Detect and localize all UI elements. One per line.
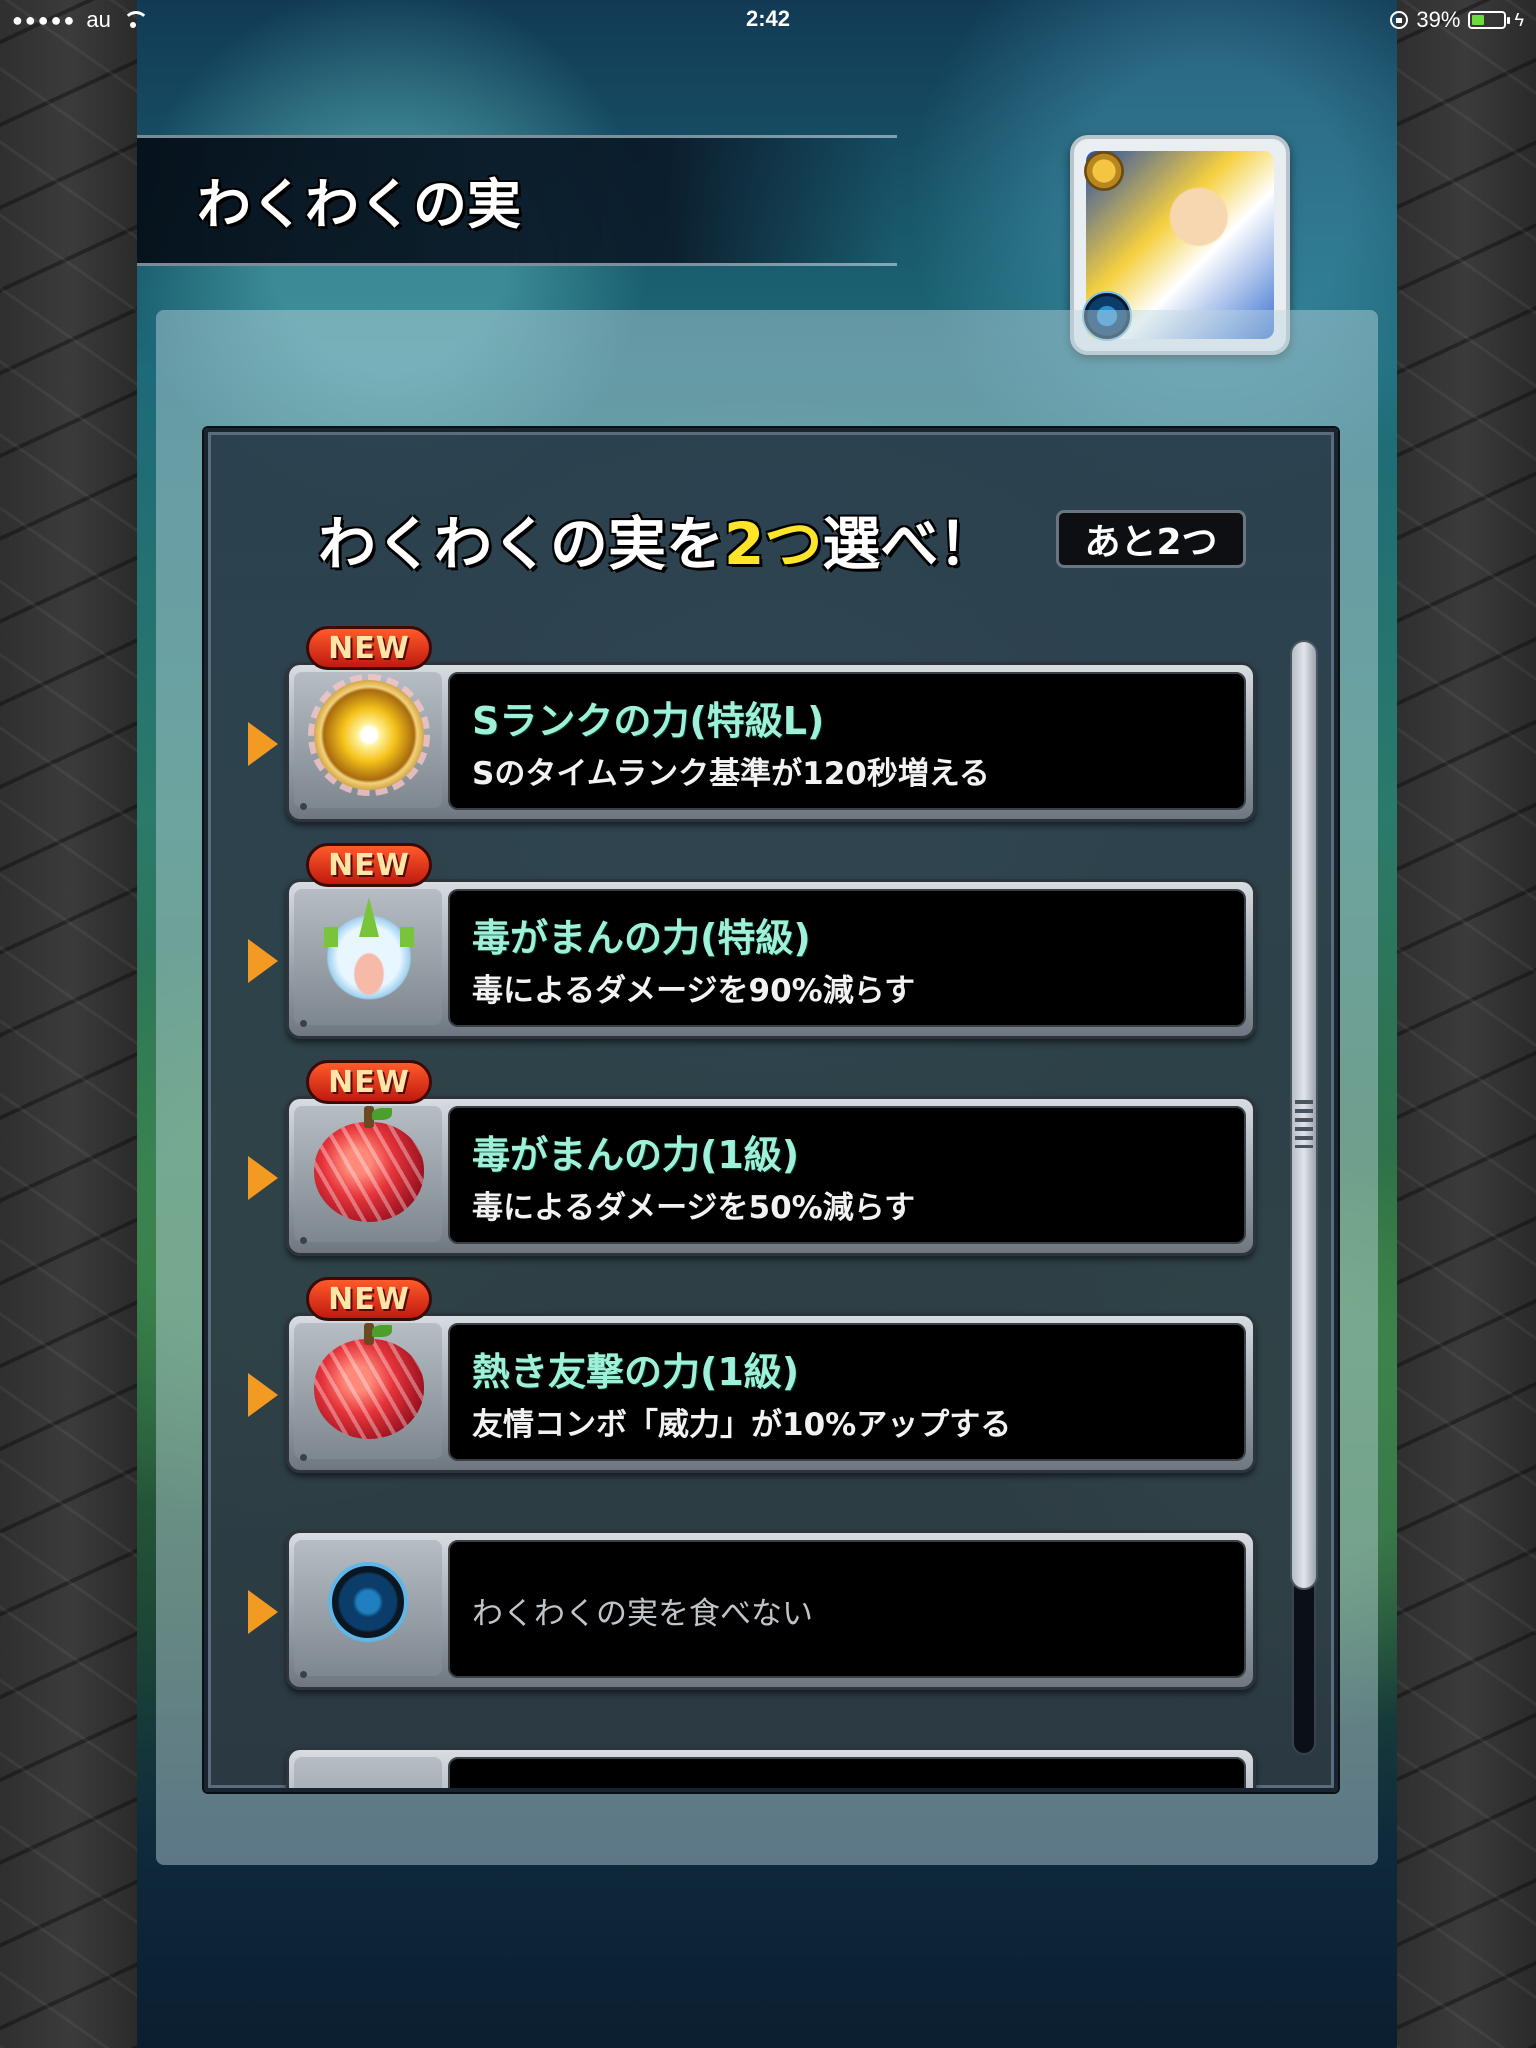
screw-icon	[300, 1020, 307, 1027]
select-arrow-icon	[248, 722, 278, 766]
option-text-box: Sランクの力(特級L) Sのタイムランク基準が120秒増える	[448, 672, 1246, 810]
crystal-lotus-icon	[314, 897, 424, 1007]
option-title: 毒がまんの力(1級)	[472, 1133, 800, 1177]
screw-icon	[300, 803, 307, 810]
select-arrow-icon	[248, 939, 278, 983]
battery-icon	[1468, 11, 1511, 29]
prompt-text-2: 選べ！	[822, 510, 997, 578]
red-fruit-icon	[314, 1106, 424, 1222]
option-description: 毒によるダメージを90%減らす	[472, 973, 916, 1009]
fruit-option-partial[interactable]	[286, 1747, 1256, 1788]
option-text-box	[448, 1757, 1246, 1788]
select-arrow-icon	[248, 1590, 278, 1634]
screw-icon	[300, 1237, 307, 1244]
option-icon-slot	[294, 1757, 442, 1788]
option-text-box: 毒がまんの力(1級) 毒によるダメージを50%減らす	[448, 1106, 1246, 1244]
option-text-box: わくわくの実を食べない	[448, 1540, 1246, 1678]
title-banner: わくわくの実	[137, 135, 897, 266]
fruit-option-4[interactable]: 熱き友撃の力(1級) 友情コンボ「威力」が10%アップする NEW	[286, 1277, 1256, 1473]
red-fruit-icon	[314, 1323, 424, 1439]
rock-wall-right	[1396, 0, 1536, 2048]
fruit-option-3[interactable]: 毒がまんの力(1級) 毒によるダメージを50%減らす NEW	[286, 1060, 1256, 1256]
new-badge: NEW	[306, 1060, 432, 1104]
option-text-box: 毒がまんの力(特級) 毒によるダメージを90%減らす	[448, 889, 1246, 1027]
battery-level	[1472, 15, 1485, 25]
select-arrow-icon	[248, 1373, 278, 1417]
status-bar: ●●●●● au 2:42 39% ϟ	[0, 0, 1536, 40]
battery-percent: 39%	[1416, 7, 1461, 32]
new-badge: NEW	[306, 843, 432, 887]
selection-prompt: わくわくの実を2つ選べ！	[318, 497, 996, 581]
rock-wall-left	[0, 0, 140, 2048]
option-description: 友情コンボ「威力」が10%アップする	[472, 1407, 1012, 1443]
new-badge: NEW	[306, 626, 432, 670]
prompt-count: 2つ	[724, 510, 823, 578]
option-description: Sのタイムランク基準が120秒増える	[472, 756, 990, 792]
blue-orb-icon	[328, 1562, 408, 1642]
rotation-lock-icon	[1390, 11, 1409, 29]
option-text-box: 熱き友撃の力(1級) 友情コンボ「威力」が10%アップする	[448, 1323, 1246, 1461]
clock: 2:42	[745, 6, 791, 31]
remaining-count-badge: あと2つ	[1056, 510, 1246, 568]
skip-fruit-option[interactable]: わくわくの実を食べない	[286, 1530, 1256, 1690]
screw-icon	[300, 1671, 307, 1678]
option-title: 毒がまんの力(特級)	[472, 916, 811, 960]
selection-panel: わくわくの実を2つ選べ！ あと2つ Sランクの力(特級L) Sのタイムランク基準…	[204, 428, 1338, 1792]
charging-icon: ϟ	[1514, 9, 1524, 30]
prompt-text-1: わくわくの実を	[318, 510, 725, 578]
fruit-option-2[interactable]: 毒がまんの力(特級) 毒によるダメージを90%減らす NEW	[286, 843, 1256, 1039]
fruit-option-1[interactable]: Sランクの力(特級L) Sのタイムランク基準が120秒増える NEW	[286, 626, 1256, 822]
screw-icon	[300, 1454, 307, 1461]
page-title: わくわくの実	[197, 173, 521, 236]
new-badge: NEW	[306, 1277, 432, 1321]
element-badge-icon	[1084, 151, 1124, 191]
option-description: わくわくの実を食べない	[472, 1596, 813, 1632]
option-title: Sランクの力(特級L)	[472, 699, 825, 743]
option-title: 熱き友撃の力(1級)	[472, 1350, 800, 1394]
option-description: 毒によるダメージを50%減らす	[472, 1190, 916, 1226]
select-arrow-icon	[248, 1156, 278, 1200]
golden-sun-orb-icon	[308, 674, 430, 796]
scroll-grip-icon	[1295, 1100, 1313, 1148]
